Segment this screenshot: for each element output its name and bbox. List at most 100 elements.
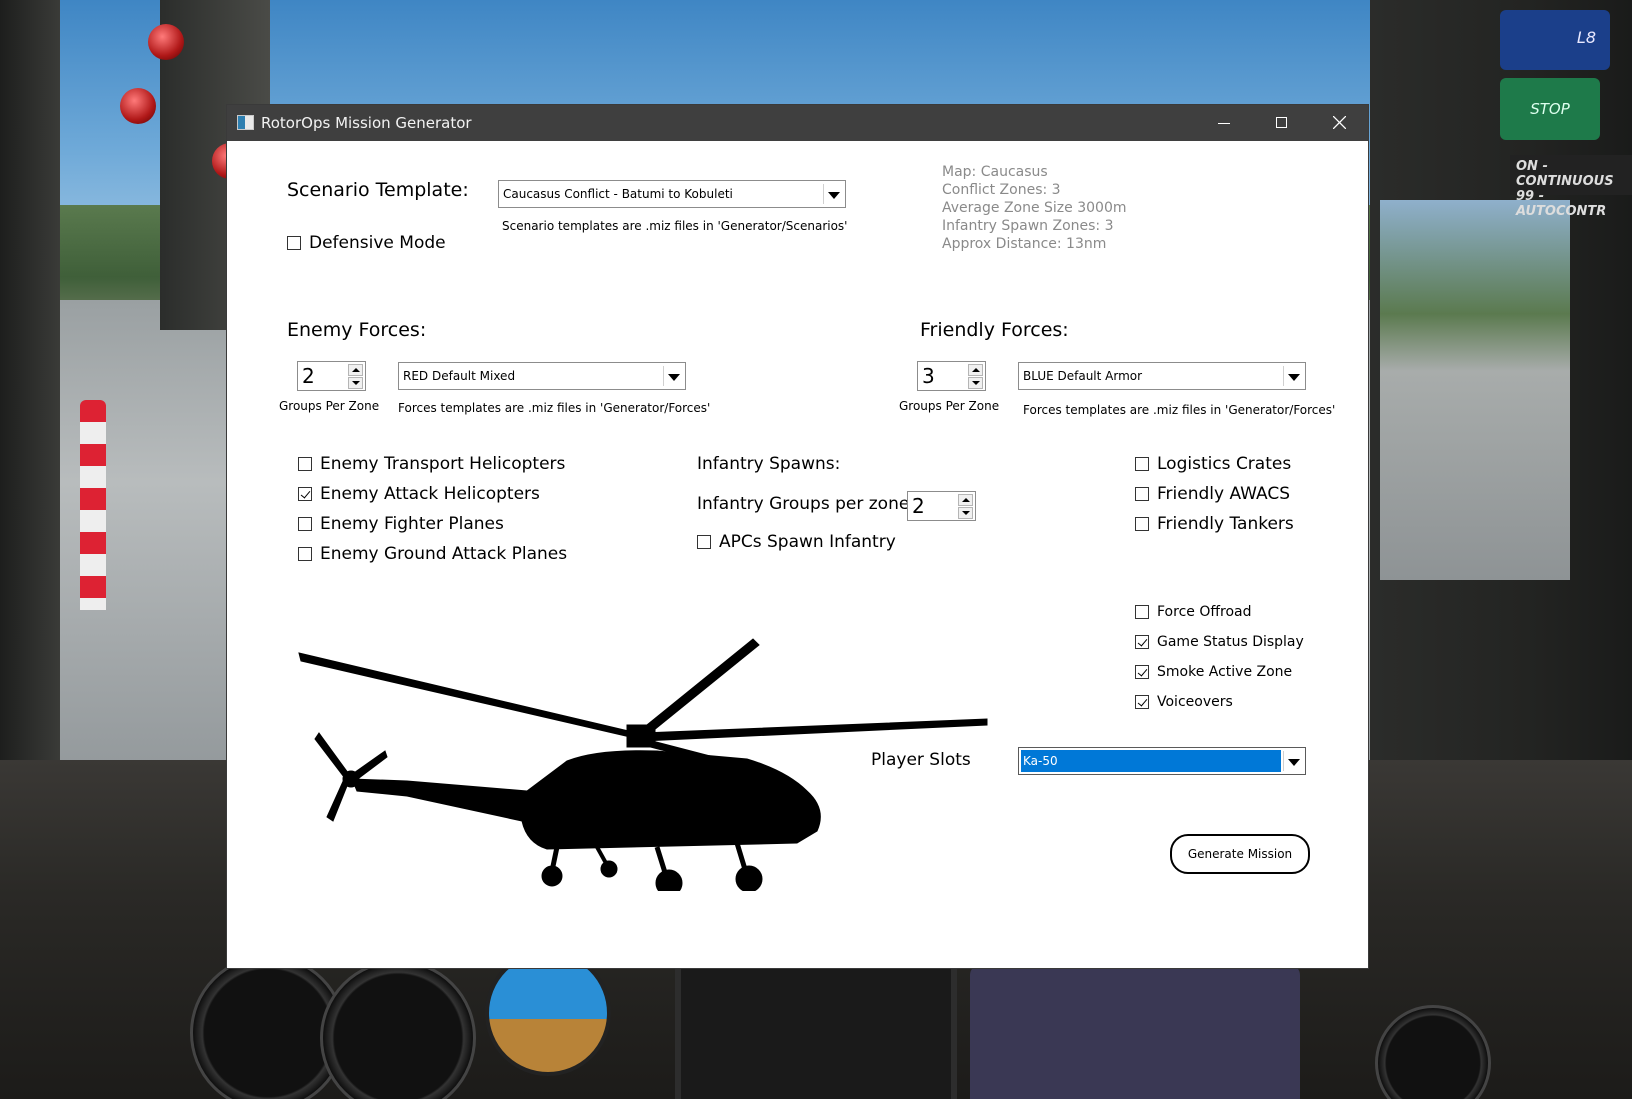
- friendly-groups-spinbox[interactable]: 3: [917, 361, 986, 391]
- enemy-groups-label: Groups Per Zone: [279, 399, 380, 413]
- enemy-groups-spinbox[interactable]: 2: [297, 361, 366, 391]
- info-approx-distance: Approx Distance: 13nm: [942, 236, 1107, 252]
- close-button[interactable]: [1310, 105, 1368, 141]
- force-offroad-checkbox[interactable]: Force Offroad: [1135, 604, 1251, 620]
- info-panel: Map: Caucasus Conflict Zones: 3 Average …: [942, 163, 1127, 253]
- player-slots-select[interactable]: Ka-50: [1018, 747, 1306, 775]
- enemy-transport-helicopters-checkbox[interactable]: Enemy Transport Helicopters: [298, 454, 565, 474]
- maximize-icon: [1276, 117, 1287, 128]
- cockpit-display: [970, 965, 1300, 1099]
- infantry-groups-value: 2: [912, 494, 925, 518]
- enemy-forces-label: Enemy Forces:: [287, 319, 427, 341]
- spin-down-icon[interactable]: [968, 377, 983, 389]
- info-avg-zone-size: Average Zone Size 3000m: [942, 200, 1127, 216]
- friendly-groups-value: 3: [922, 364, 935, 388]
- friendly-forces-hint: Forces templates are .miz files in 'Gene…: [1023, 403, 1336, 417]
- attitude-indicator-icon: [485, 950, 611, 1076]
- maximize-button[interactable]: [1253, 105, 1311, 141]
- chevron-down-icon[interactable]: [1283, 751, 1302, 771]
- enemy-attack-helicopters-checkbox[interactable]: Enemy Attack Helicopters: [298, 484, 540, 504]
- window-content: Scenario Template: Caucasus Conflict - B…: [227, 141, 1368, 968]
- enemy-groups-value: 2: [302, 364, 315, 388]
- support-option-label: Friendly Tankers: [1157, 514, 1294, 534]
- voiceovers-checkbox[interactable]: Voiceovers: [1135, 694, 1233, 710]
- checkbox-checked-icon[interactable]: [298, 487, 312, 501]
- friendly-groups-label: Groups Per Zone: [899, 399, 1000, 413]
- title-bar[interactable]: RotorOps Mission Generator: [227, 105, 1368, 141]
- info-conflict-zones: Conflict Zones: 3: [942, 182, 1061, 198]
- player-slots-value: Ka-50: [1021, 750, 1281, 772]
- checkbox-icon[interactable]: [1135, 605, 1149, 619]
- spin-up-icon[interactable]: [958, 494, 973, 506]
- enemy-option-label: Enemy Ground Attack Planes: [320, 544, 568, 564]
- friendly-forces-value: BLUE Default Armor: [1023, 369, 1143, 383]
- checkbox-checked-icon[interactable]: [1135, 635, 1149, 649]
- minimize-button[interactable]: [1195, 105, 1253, 141]
- logistics-crates-checkbox[interactable]: Logistics Crates: [1135, 454, 1291, 474]
- support-option-label: Friendly AWACS: [1157, 484, 1291, 504]
- infantry-groups-label: Infantry Groups per zone:: [697, 494, 916, 514]
- chevron-down-icon[interactable]: [1283, 366, 1302, 386]
- friendly-awacs-checkbox[interactable]: Friendly AWACS: [1135, 484, 1290, 504]
- spin-down-icon[interactable]: [958, 507, 973, 519]
- game-option-label: Game Status Display: [1157, 634, 1304, 650]
- red-knob: [148, 24, 184, 60]
- scenario-template-hint: Scenario templates are .miz files in 'Ge…: [502, 219, 848, 233]
- autocontrol-placard: ON - CONTINUOUS 99 - AUTOCONTR: [1510, 155, 1632, 219]
- enemy-option-label: Enemy Attack Helicopters: [320, 484, 540, 504]
- enemy-option-label: Enemy Transport Helicopters: [320, 454, 566, 474]
- striped-pole: [80, 400, 106, 610]
- app-icon: [237, 115, 254, 130]
- spin-up-icon[interactable]: [968, 364, 983, 376]
- red-knob: [120, 88, 156, 124]
- info-infantry-spawn-zones: Infantry Spawn Zones: 3: [942, 218, 1114, 234]
- friendly-forces-select[interactable]: BLUE Default Armor: [1018, 362, 1306, 390]
- enemy-option-label: Enemy Fighter Planes: [320, 514, 504, 534]
- apcs-spawn-infantry-label: APCs Spawn Infantry: [719, 532, 896, 552]
- checkbox-icon[interactable]: [298, 457, 312, 471]
- spin-up-icon[interactable]: [348, 364, 363, 376]
- spin-down-icon[interactable]: [348, 377, 363, 389]
- enemy-forces-hint: Forces templates are .miz files in 'Gene…: [398, 401, 711, 415]
- defensive-mode-label: Defensive Mode: [309, 233, 446, 253]
- minimize-icon: [1218, 123, 1230, 124]
- friendly-forces-label: Friendly Forces:: [920, 319, 1069, 341]
- enemy-forces-value: RED Default Mixed: [403, 369, 516, 383]
- infantry-groups-spinbox[interactable]: 2: [907, 491, 976, 521]
- defensive-mode-checkbox[interactable]: Defensive Mode: [287, 233, 446, 253]
- enemy-fighter-planes-checkbox[interactable]: Enemy Fighter Planes: [298, 514, 504, 534]
- checkbox-icon[interactable]: [298, 517, 312, 531]
- scenario-template-select[interactable]: Caucasus Conflict - Batumi to Kobuleti: [498, 180, 846, 208]
- scenario-template-value: Caucasus Conflict - Batumi to Kobuleti: [503, 187, 733, 201]
- infantry-spawns-title: Infantry Spawns:: [697, 454, 841, 474]
- apcs-spawn-infantry-checkbox[interactable]: APCs Spawn Infantry: [697, 532, 896, 552]
- chevron-down-icon[interactable]: [823, 184, 842, 204]
- enemy-forces-select[interactable]: RED Default Mixed: [398, 362, 686, 390]
- friendly-tankers-checkbox[interactable]: Friendly Tankers: [1135, 514, 1294, 534]
- generate-mission-button[interactable]: Generate Mission: [1170, 834, 1310, 874]
- player-slots-label: Player Slots: [871, 750, 971, 770]
- smoke-active-zone-checkbox[interactable]: Smoke Active Zone: [1135, 664, 1292, 680]
- game-option-label: Force Offroad: [1157, 604, 1252, 620]
- checkbox-icon[interactable]: [298, 547, 312, 561]
- checkbox-checked-icon[interactable]: [1135, 665, 1149, 679]
- checkbox-icon[interactable]: [1135, 487, 1149, 501]
- stop-button: STOP: [1500, 78, 1600, 140]
- window-title: RotorOps Mission Generator: [261, 114, 472, 132]
- checkbox-checked-icon[interactable]: [1135, 695, 1149, 709]
- info-map: Map: Caucasus: [942, 164, 1048, 180]
- cockpit-display: [675, 955, 957, 1099]
- chevron-down-icon[interactable]: [663, 366, 682, 386]
- scenario-template-label: Scenario Template:: [287, 179, 469, 201]
- checkbox-icon[interactable]: [1135, 517, 1149, 531]
- checkbox-icon[interactable]: [287, 236, 301, 250]
- game-option-label: Voiceovers: [1157, 694, 1233, 710]
- l8-button: L8: [1500, 10, 1610, 70]
- enemy-ground-attack-planes-checkbox[interactable]: Enemy Ground Attack Planes: [298, 544, 567, 564]
- mission-generator-window: RotorOps Mission Generator Scenario Temp…: [227, 105, 1368, 968]
- checkbox-icon[interactable]: [1135, 457, 1149, 471]
- game-status-display-checkbox[interactable]: Game Status Display: [1135, 634, 1304, 650]
- close-icon: [1333, 116, 1346, 129]
- support-option-label: Logistics Crates: [1157, 454, 1292, 474]
- checkbox-icon[interactable]: [697, 535, 711, 549]
